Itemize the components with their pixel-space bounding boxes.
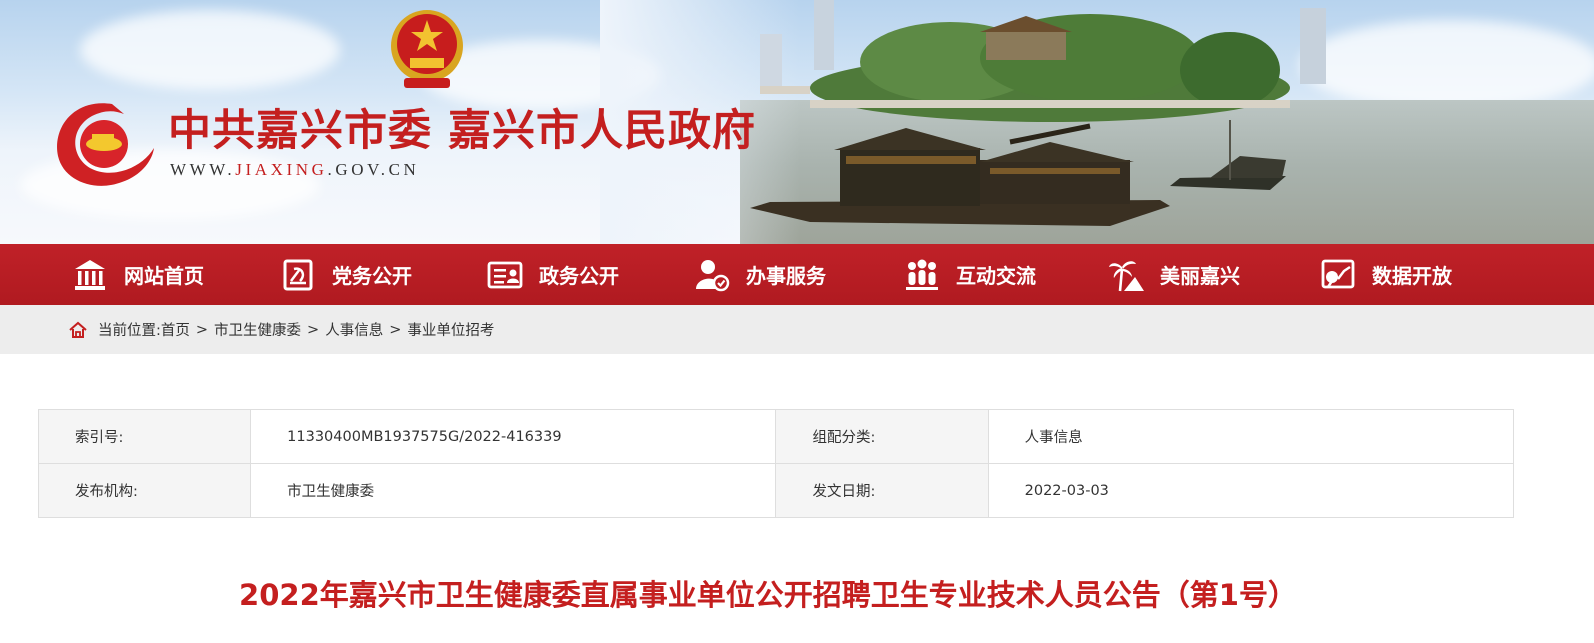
main-nav: 网站首页 党务公开 政务公开 办事服务 互动交流 美丽嘉兴 数据开放 bbox=[0, 244, 1594, 305]
nav-label: 政务公开 bbox=[539, 264, 619, 288]
publisher-value: 市卫生健康委 bbox=[250, 463, 777, 518]
breadcrumb-separator: > bbox=[389, 321, 402, 338]
nav-label: 美丽嘉兴 bbox=[1160, 264, 1240, 288]
party-flag-icon bbox=[283, 259, 313, 290]
group-people-icon bbox=[906, 259, 938, 290]
site-url: WWW.JIAXING.GOV.CN bbox=[170, 160, 420, 179]
breadcrumb-link-recruitment[interactable]: 事业单位招考 bbox=[407, 319, 494, 340]
index-label: 索引号: bbox=[37, 409, 252, 464]
palm-tree-icon bbox=[1109, 260, 1144, 291]
site-title: 中共嘉兴市委 嘉兴市人民政府 bbox=[168, 106, 756, 156]
breadcrumb-link-home[interactable]: 首页 bbox=[161, 319, 190, 340]
document-meta-table: 索引号: 11330400MB1937575G/2022-416339 组配分类… bbox=[37, 409, 1515, 518]
breadcrumb-bar: 当前位置: 首页 > 市卫生健康委 > 人事信息 > 事业单位招考 bbox=[0, 305, 1594, 354]
publisher-label: 发布机构: bbox=[37, 463, 252, 518]
table-row: 发布机构: 市卫生健康委 发文日期: 2022-03-03 bbox=[37, 463, 1515, 518]
table-row: 索引号: 11330400MB1937575G/2022-416339 组配分类… bbox=[37, 409, 1515, 464]
nav-label: 网站首页 bbox=[124, 264, 204, 288]
category-value: 人事信息 bbox=[987, 409, 1515, 464]
id-card-icon bbox=[487, 261, 523, 288]
breadcrumb-link-health-commission[interactable]: 市卫生健康委 bbox=[214, 319, 301, 340]
site-banner: 中共嘉兴市委 嘉兴市人民政府 WWW.JIAXING.GOV.CN bbox=[0, 0, 1594, 244]
south-lake-scenery bbox=[750, 0, 1326, 226]
category-label: 组配分类: bbox=[775, 409, 989, 464]
data-chart-icon bbox=[1321, 259, 1355, 288]
breadcrumb-prefix: 当前位置: bbox=[98, 323, 161, 339]
nav-item-services[interactable]: 办事服务 bbox=[694, 244, 826, 305]
date-value: 2022-03-03 bbox=[987, 463, 1515, 518]
nav-item-government[interactable]: 政务公开 bbox=[487, 244, 619, 305]
nav-item-open-data[interactable]: 数据开放 bbox=[1320, 244, 1452, 305]
index-value: 11330400MB1937575G/2022-416339 bbox=[250, 409, 777, 464]
article-title: 2022年嘉兴市卫生健康委直属事业单位公开招聘卫生专业技术人员公告（第1号） bbox=[239, 578, 1297, 612]
nav-item-home[interactable]: 网站首页 bbox=[72, 244, 204, 305]
nav-item-beautiful-jiaxing[interactable]: 美丽嘉兴 bbox=[1108, 244, 1240, 305]
breadcrumb-link-personnel[interactable]: 人事信息 bbox=[325, 319, 383, 340]
person-service-icon bbox=[696, 259, 730, 291]
temple-home-icon bbox=[75, 259, 105, 290]
breadcrumb: 当前位置: 首页 > 市卫生健康委 > 人事信息 > 事业单位招考 bbox=[68, 319, 494, 340]
nav-label: 互动交流 bbox=[956, 264, 1036, 288]
nav-item-interaction[interactable]: 互动交流 bbox=[904, 244, 1036, 305]
jiaxing-logo-icon bbox=[57, 103, 155, 186]
breadcrumb-separator: > bbox=[307, 321, 320, 338]
national-emblem-icon bbox=[391, 10, 463, 88]
home-icon bbox=[69, 321, 87, 338]
date-label: 发文日期: bbox=[775, 463, 989, 518]
nav-label: 数据开放 bbox=[1372, 264, 1452, 288]
breadcrumb-separator: > bbox=[195, 321, 209, 338]
nav-label: 办事服务 bbox=[746, 264, 826, 288]
nav-label: 党务公开 bbox=[332, 264, 412, 288]
nav-item-party[interactable]: 党务公开 bbox=[280, 244, 412, 305]
